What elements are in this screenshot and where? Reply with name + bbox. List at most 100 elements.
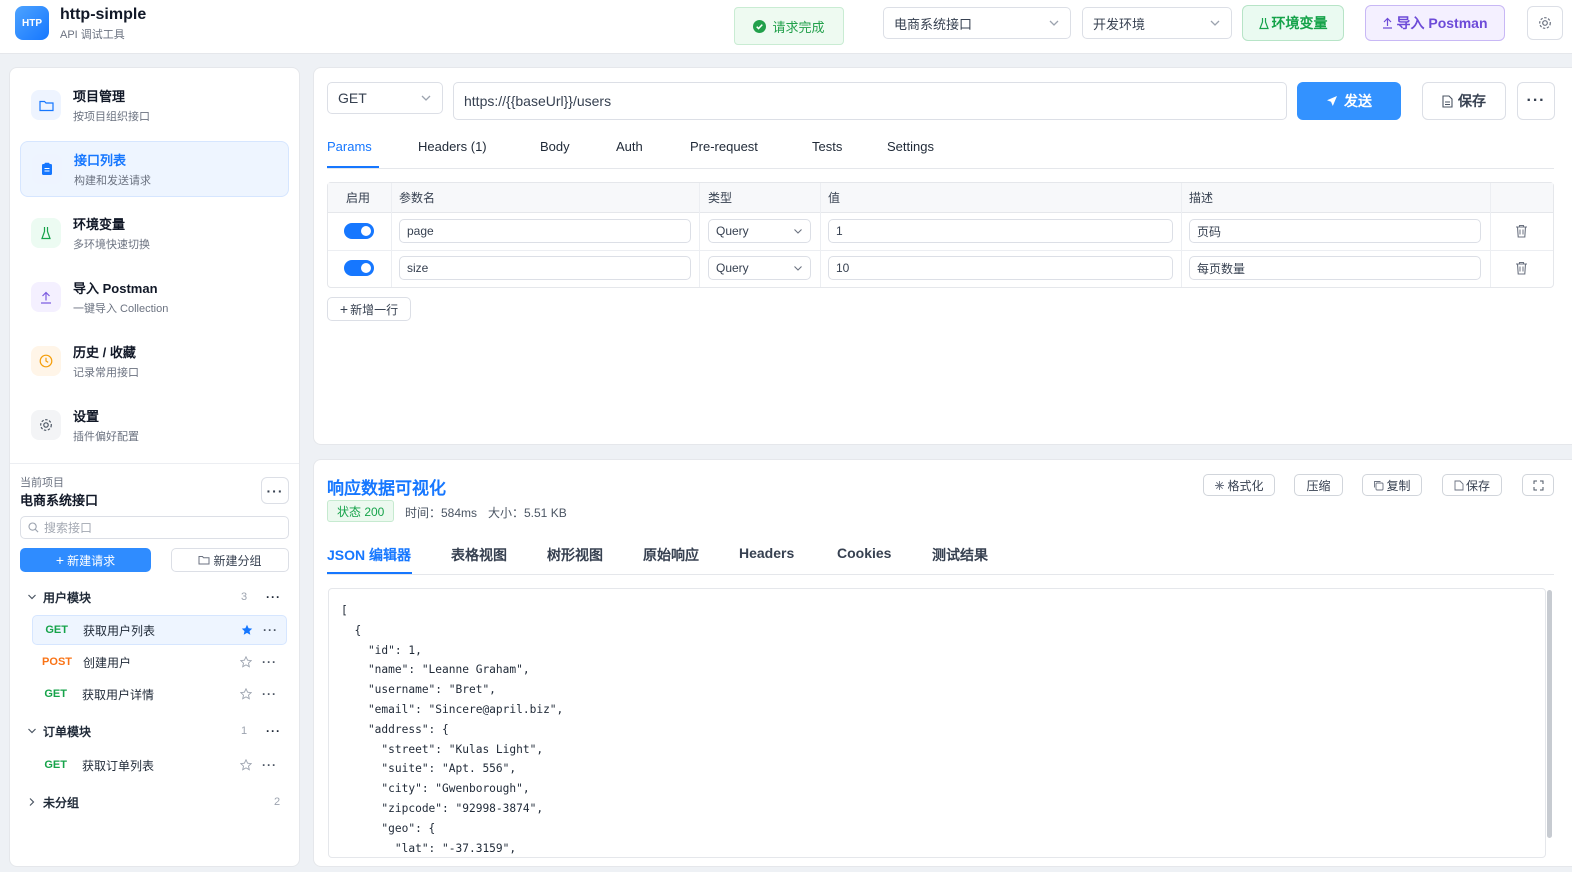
nav-title: 设置 [73, 409, 100, 424]
send-icon [1326, 95, 1338, 107]
chevron-right-icon [27, 797, 37, 807]
fullscreen-button[interactable] [1522, 474, 1554, 496]
env-variables-button[interactable]: 环境变量 [1242, 5, 1344, 41]
folder-icon [198, 555, 210, 565]
tab-test-results[interactable]: 测试结果 [932, 545, 988, 575]
save-button[interactable]: 保存 [1422, 82, 1506, 120]
param-desc-input[interactable]: 每页数量 [1189, 256, 1481, 280]
tab-response-headers[interactable]: Headers [739, 545, 794, 575]
nav-title: 历史 / 收藏 [73, 345, 136, 360]
url-value: https://{{baseUrl}}/users [464, 93, 612, 109]
method-select[interactable]: GET [327, 82, 443, 114]
tab-params[interactable]: Params [327, 139, 372, 169]
group-ungrouped[interactable]: 未分组 2 [20, 787, 288, 817]
tab-tree-view[interactable]: 树形视图 [547, 545, 603, 575]
request-item-get-user-detail[interactable]: GET 获取用户详情 ··· [32, 679, 287, 709]
param-name-input[interactable]: page [399, 219, 691, 243]
check-circle-icon [753, 19, 767, 33]
trash-icon[interactable] [1515, 261, 1528, 275]
param-desc-input[interactable]: 页码 [1189, 219, 1481, 243]
search-input[interactable]: 搜索接口 [20, 516, 289, 539]
json-content: [ { "id": 1, "name": "Leanne Graham", "u… [341, 604, 564, 855]
active-tab-indicator [327, 572, 412, 574]
request-method: GET [45, 624, 68, 636]
send-button[interactable]: 发送 [1297, 82, 1401, 120]
enable-toggle[interactable] [344, 223, 374, 239]
more-icon[interactable]: ··· [263, 623, 278, 637]
request-name: 创建用户 [83, 655, 132, 670]
tab-tests[interactable]: Tests [812, 139, 842, 169]
col-divider [391, 183, 392, 287]
star-outline-icon[interactable] [240, 656, 252, 668]
trash-icon[interactable] [1515, 224, 1528, 238]
param-type-select[interactable]: Query [708, 219, 811, 243]
tab-auth[interactable]: Auth [616, 139, 643, 169]
settings-button[interactable] [1527, 6, 1563, 40]
response-tabs: JSON 编辑器 表格视图 树形视图 原始响应 Headers Cookies … [327, 545, 1554, 575]
add-row-button[interactable]: + 新增一行 [327, 297, 411, 321]
project-more-button[interactable]: ··· [261, 477, 289, 504]
tab-pre-request[interactable]: Pre-request [690, 139, 758, 169]
compress-button[interactable]: 压缩 [1294, 474, 1343, 496]
sidebar-item-settings[interactable]: 设置 插件偏好配置 [20, 397, 289, 453]
new-group-label: 新建分组 [213, 553, 262, 568]
more-icon[interactable]: ··· [262, 687, 277, 701]
more-icon[interactable]: ··· [266, 724, 281, 738]
search-icon [28, 522, 39, 533]
request-item-create-user[interactable]: POST 创建用户 ··· [32, 647, 287, 677]
column-header: 类型 [708, 190, 733, 205]
more-icon[interactable]: ··· [262, 758, 277, 772]
request-item-get-orders[interactable]: GET 获取订单列表 ··· [32, 750, 287, 780]
new-group-button[interactable]: 新建分组 [171, 548, 289, 572]
json-editor[interactable]: [ { "id": 1, "name": "Leanne Graham", "u… [328, 588, 1546, 858]
chevron-down-icon [1048, 17, 1060, 29]
tab-table-view[interactable]: 表格视图 [451, 545, 507, 575]
tab-cookies[interactable]: Cookies [837, 545, 891, 575]
group-count: 3 [241, 591, 248, 603]
sidebar-item-import[interactable]: 导入 Postman 一键导入 Collection [20, 269, 289, 325]
gear-icon [31, 410, 61, 440]
more-button[interactable]: ··· [1517, 82, 1555, 120]
sidebar-item-api-list[interactable]: 接口列表 构建和发送请求 [20, 141, 289, 197]
column-header: 值 [828, 190, 841, 205]
sidebar-item-projects[interactable]: 项目管理 按项目组织接口 [20, 77, 289, 133]
tab-body[interactable]: Body [540, 139, 570, 169]
env-select[interactable]: 开发环境 [1082, 7, 1232, 39]
save-label: 保存 [1458, 93, 1486, 109]
save-response-button[interactable]: 保存 [1442, 474, 1502, 496]
col-divider [699, 183, 700, 287]
tab-json-editor[interactable]: JSON 编辑器 [327, 545, 411, 575]
new-request-button[interactable]: + 新建请求 [20, 548, 151, 572]
enable-toggle[interactable] [344, 260, 374, 276]
star-outline-icon[interactable] [240, 759, 252, 771]
response-time: 时间：584ms [405, 506, 478, 520]
tab-headers[interactable]: Headers (1) [418, 139, 487, 169]
param-name-input[interactable]: size [399, 256, 691, 280]
project-select[interactable]: 电商系统接口 [883, 7, 1071, 39]
sidebar-item-env[interactable]: 环境变量 多环境快速切换 [20, 205, 289, 261]
url-input[interactable]: https://{{baseUrl}}/users [453, 82, 1287, 120]
scrollbar-thumb[interactable] [1547, 590, 1552, 838]
chevron-down-icon [27, 592, 37, 602]
request-item-get-users[interactable]: GET 获取用户列表 ··· [32, 615, 287, 645]
more-icon[interactable]: ··· [262, 655, 277, 669]
param-value-input[interactable]: 1 [828, 219, 1173, 243]
import-postman-button[interactable]: 导入 Postman [1365, 5, 1505, 41]
flask-icon [1258, 17, 1269, 30]
group-order-module[interactable]: 订单模块 1 ··· [20, 716, 288, 746]
format-button[interactable]: 格式化 [1203, 474, 1275, 496]
star-outline-icon[interactable] [240, 688, 252, 700]
tab-settings[interactable]: Settings [887, 139, 934, 169]
table-header [328, 183, 1553, 213]
chevron-down-icon [1209, 17, 1221, 29]
group-user-module[interactable]: 用户模块 3 ··· [20, 582, 288, 612]
tab-raw-response[interactable]: 原始响应 [643, 545, 699, 575]
more-icon[interactable]: ··· [266, 590, 281, 604]
copy-button[interactable]: 复制 [1362, 474, 1422, 496]
param-type-select[interactable]: Query [708, 256, 811, 280]
sidebar-item-history[interactable]: 历史 / 收藏 记录常用接口 [20, 333, 289, 389]
group-count: 1 [241, 725, 248, 737]
star-filled-icon[interactable] [241, 624, 253, 636]
param-value-input[interactable]: 10 [828, 256, 1173, 280]
compress-label: 压缩 [1306, 478, 1331, 493]
